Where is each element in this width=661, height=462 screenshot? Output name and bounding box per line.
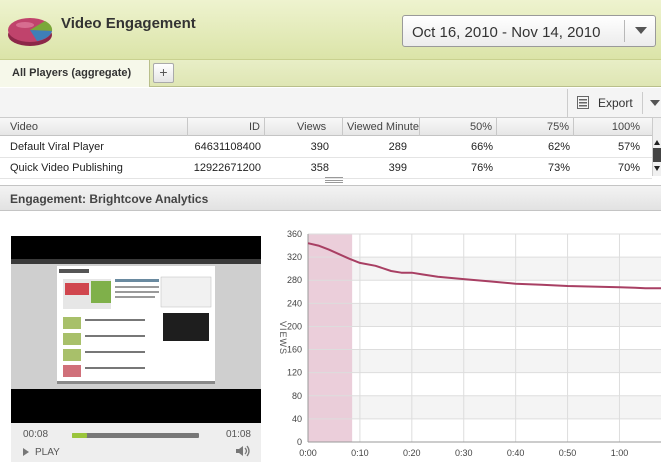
y-tick-label: 240 xyxy=(287,298,302,308)
y-tick-label: 120 xyxy=(287,368,302,378)
column-header-views[interactable]: Views xyxy=(265,118,343,136)
table-header: Video ID Views Viewed Minutes 50% 75% 10… xyxy=(0,118,652,136)
video-screenshot-image xyxy=(11,259,261,389)
x-tick-label: 1:00 xyxy=(611,448,629,458)
current-time: 00:08 xyxy=(23,429,49,440)
cell-75: 73% xyxy=(547,162,570,174)
export-button[interactable]: Export xyxy=(567,89,661,117)
engagement-chart: 0 40 80 120 160 200 240 280 320 360 0:00 0:10 0:20 0:… xyxy=(278,229,661,458)
section-title: Engagement: Brightcove Analytics xyxy=(10,192,209,206)
scroll-down-icon[interactable] xyxy=(654,166,660,171)
plot-band xyxy=(308,395,661,419)
table-toolbar: Export xyxy=(0,88,661,118)
tab-bar: All Players (aggregate) + xyxy=(0,60,661,87)
column-header-75[interactable]: 75% xyxy=(497,118,574,136)
play-icon xyxy=(23,448,29,456)
cell-id: 64631108400 xyxy=(194,141,261,153)
tab-all-players[interactable]: All Players (aggregate) xyxy=(0,60,150,87)
plot-band xyxy=(308,303,661,327)
y-tick-label: 0 xyxy=(297,437,302,447)
cell-views: 358 xyxy=(310,162,329,174)
x-tick-label: 0:10 xyxy=(351,448,369,458)
y-tick-label: 160 xyxy=(287,345,302,355)
resize-handle[interactable] xyxy=(325,177,343,183)
column-header-100[interactable]: 100% xyxy=(574,118,644,136)
x-tick-label: 0:40 xyxy=(507,448,525,458)
x-tick-label: 0:30 xyxy=(455,448,473,458)
cell-50: 76% xyxy=(470,162,493,174)
total-time: 01:08 xyxy=(225,429,251,440)
column-header-50[interactable]: 50% xyxy=(420,118,497,136)
play-button[interactable]: PLAY xyxy=(23,447,60,458)
cell-100: 57% xyxy=(617,141,640,153)
date-range-select[interactable]: Oct 16, 2010 - Nov 14, 2010 xyxy=(402,15,656,47)
date-select-divider xyxy=(624,20,625,42)
video-frame[interactable] xyxy=(11,259,261,389)
plot-band xyxy=(308,257,661,281)
player-controls: 00:08 01:08 PLAY xyxy=(11,423,261,462)
x-tick-label: 0:50 xyxy=(559,448,577,458)
app-header: Video Engagement Oct 16, 2010 - Nov 14, … xyxy=(0,0,661,60)
y-tick-label: 280 xyxy=(287,275,302,285)
table-row[interactable]: Default Viral Player 64631108400 390 289… xyxy=(0,137,652,158)
y-tick-label: 80 xyxy=(292,391,302,401)
y-tick-label: 40 xyxy=(292,414,302,424)
y-tick-label: 320 xyxy=(287,252,302,262)
export-icon xyxy=(577,96,589,109)
plot-band xyxy=(308,349,661,373)
y-tick-label: 200 xyxy=(287,321,302,331)
chevron-down-icon[interactable] xyxy=(635,27,647,34)
volume-icon[interactable] xyxy=(235,445,251,457)
column-header-viewed-minutes[interactable]: Viewed Minutes xyxy=(343,118,420,136)
x-tick-label: 0:20 xyxy=(403,448,421,458)
cell-75: 62% xyxy=(547,141,570,153)
export-dropdown-icon[interactable] xyxy=(650,100,660,106)
export-label: Export xyxy=(598,96,633,110)
y-axis-label: VIEWS xyxy=(278,321,288,355)
cell-video: Default Viral Player xyxy=(10,141,104,153)
pie-chart-logo-icon xyxy=(8,18,53,46)
seek-bar[interactable] xyxy=(72,433,199,438)
column-header-video[interactable]: Video xyxy=(0,118,188,136)
cell-100: 70% xyxy=(617,162,640,174)
add-tab-button[interactable]: + xyxy=(153,63,174,83)
cell-views: 390 xyxy=(310,141,329,153)
play-label: PLAY xyxy=(35,447,60,458)
y-tick-label: 360 xyxy=(287,229,302,239)
scroll-up-icon[interactable] xyxy=(654,140,660,145)
scroll-thumb[interactable] xyxy=(653,148,661,162)
cell-viewed-minutes: 399 xyxy=(388,162,407,174)
cell-50: 66% xyxy=(470,141,493,153)
table-row[interactable]: Quick Video Publishing 12922671200 358 3… xyxy=(0,158,652,179)
seek-bar-progress xyxy=(72,433,88,438)
page-title: Video Engagement xyxy=(61,15,196,32)
current-position-highlight xyxy=(308,234,353,442)
video-player[interactable]: 00:08 01:08 PLAY xyxy=(11,236,261,462)
table-scrollbar[interactable] xyxy=(652,118,661,176)
cell-viewed-minutes: 289 xyxy=(388,141,407,153)
export-divider xyxy=(642,92,643,114)
cell-id: 12922671200 xyxy=(193,162,261,174)
x-tick-label: 0:00 xyxy=(299,448,317,458)
cell-video: Quick Video Publishing xyxy=(10,162,123,174)
date-range-value: Oct 16, 2010 - Nov 14, 2010 xyxy=(412,24,601,41)
column-header-id[interactable]: ID xyxy=(188,118,265,136)
section-header: Engagement: Brightcove Analytics xyxy=(0,185,661,211)
